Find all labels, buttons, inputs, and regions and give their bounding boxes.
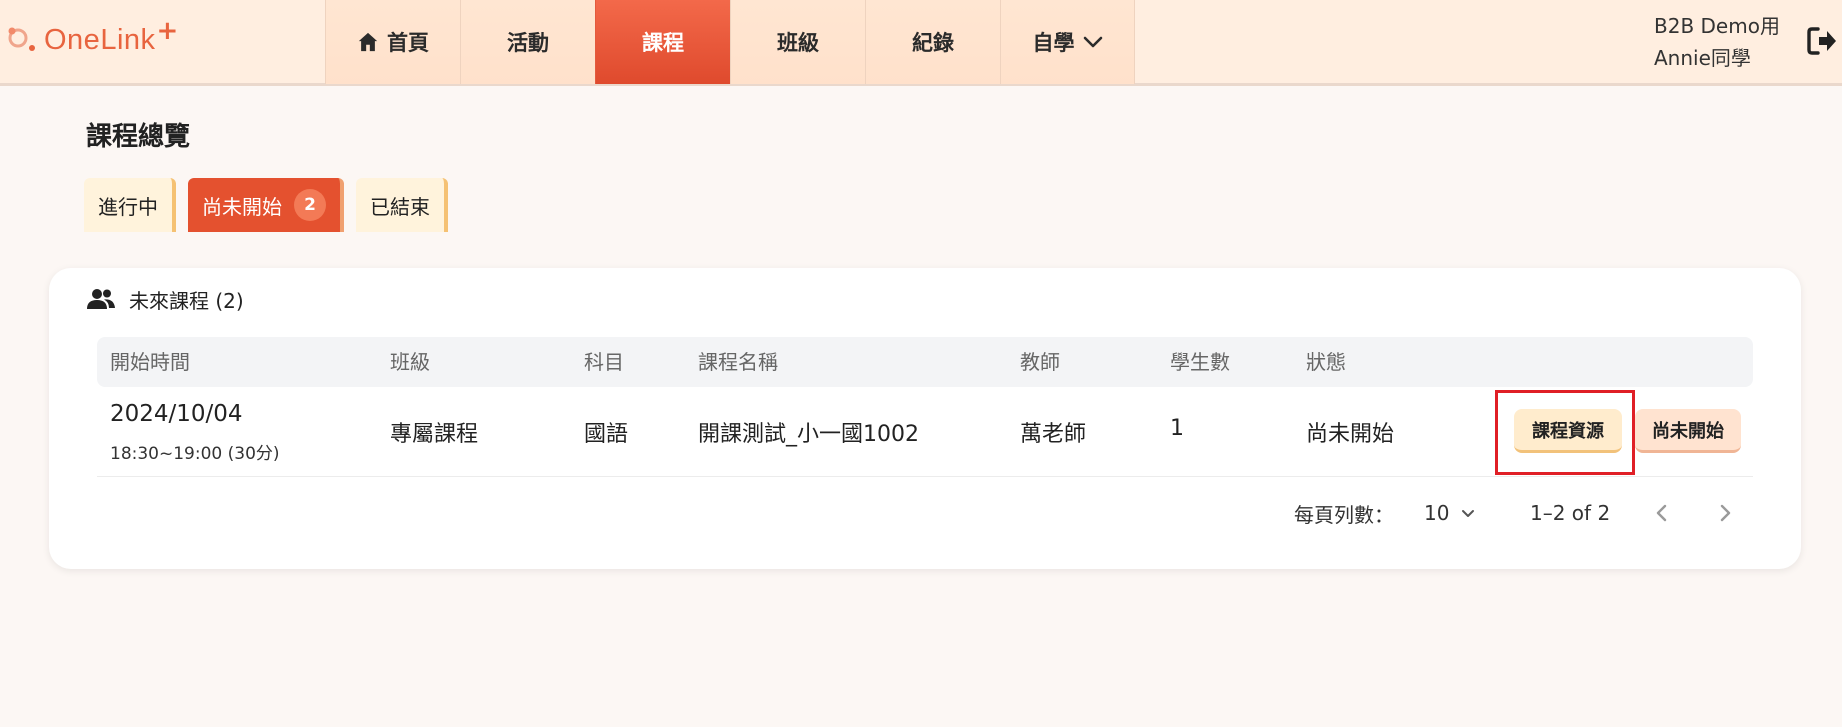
nav-classes-label: 班級	[777, 31, 819, 55]
row-date: 2024/10/04	[110, 401, 243, 427]
nav-activities-label: 活動	[507, 31, 549, 55]
rows-per-page-select[interactable]: 10	[1424, 497, 1477, 529]
tab-ended[interactable]: 已結束	[356, 178, 448, 232]
rows-per-page-value: 10	[1424, 501, 1450, 525]
user-info: B2B Demo用 Annie同學	[1654, 10, 1784, 74]
previous-page-icon[interactable]	[1651, 497, 1673, 529]
row-status: 尚未開始	[1306, 422, 1395, 447]
page-title: 課程總覽	[86, 122, 191, 152]
nav-classes[interactable]: 班級	[730, 0, 865, 84]
nav-home-label: 首頁	[387, 31, 429, 55]
logo-plus: +	[156, 16, 179, 46]
user-name: Annie同學	[1654, 46, 1751, 70]
row-student-count: 1	[1170, 416, 1184, 441]
nav-home[interactable]: 首頁	[325, 0, 460, 84]
course-status-tabs: 進行中 尚未開始 2 已結束	[84, 178, 448, 232]
col-subject: 科目	[584, 350, 624, 374]
col-start-time: 開始時間	[110, 350, 190, 374]
rows-per-page-label: 每頁列數：	[1294, 502, 1394, 527]
tab-label: 已結束	[370, 194, 430, 219]
tab-label: 尚未開始	[202, 194, 282, 219]
nav-activities[interactable]: 活動	[460, 0, 595, 84]
home-icon	[358, 32, 378, 52]
logo-text: OneLink	[44, 23, 156, 56]
main-nav: 首頁 活動 課程 班級 紀錄 自學	[325, 0, 1135, 84]
row-time: 18:30~19:00 (30分)	[110, 444, 280, 464]
not-started-status-button[interactable]: 尚未開始	[1635, 409, 1741, 453]
nav-records-label: 紀錄	[912, 31, 954, 55]
col-class: 班級	[390, 350, 430, 374]
tab-in-progress[interactable]: 進行中	[84, 178, 176, 232]
nav-records[interactable]: 紀錄	[865, 0, 1000, 84]
highlight-annotation-box	[1495, 390, 1635, 475]
logo-mark-icon	[8, 27, 35, 51]
logout-icon[interactable]	[1806, 25, 1838, 57]
nav-courses[interactable]: 課程	[595, 0, 730, 84]
row-class: 專屬課程	[390, 422, 479, 447]
card-title: 未來課程 (2)	[87, 282, 244, 316]
table-header: 開始時間 班級 科目 課程名稱 教師 學生數 狀態	[97, 337, 1753, 387]
nav-courses-label: 課程	[642, 31, 684, 55]
row-subject: 國語	[584, 422, 629, 447]
card-title-text: 未來課程 (2)	[129, 288, 244, 313]
col-course-name: 課程名稱	[698, 350, 778, 374]
tab-not-started[interactable]: 尚未開始 2	[188, 178, 344, 232]
nav-self-study-label: 自學	[1032, 31, 1075, 55]
pagination-range: 1–2 of 2	[1530, 501, 1611, 525]
count-badge: 2	[294, 189, 326, 221]
row-course-name: 開課測試_小一國1002	[698, 422, 919, 447]
chevron-down-icon	[1083, 36, 1102, 48]
col-teacher: 教師	[1020, 350, 1060, 374]
next-page-icon[interactable]	[1714, 497, 1736, 529]
tab-label: 進行中	[98, 194, 158, 219]
col-status: 狀態	[1306, 350, 1346, 374]
chevron-down-icon	[1462, 510, 1475, 517]
row-teacher: 萬老師	[1020, 422, 1087, 447]
onelink-logo[interactable]: OneLink +	[6, 16, 178, 58]
top-header: OneLink + 首頁 活動 課程 班級 紀錄 自學 B2B Demo用 An…	[0, 0, 1842, 86]
col-student-count: 學生數	[1170, 350, 1230, 374]
nav-self-study[interactable]: 自學	[1000, 0, 1135, 84]
user-org: B2B Demo用	[1654, 14, 1780, 38]
people-icon	[87, 289, 115, 309]
